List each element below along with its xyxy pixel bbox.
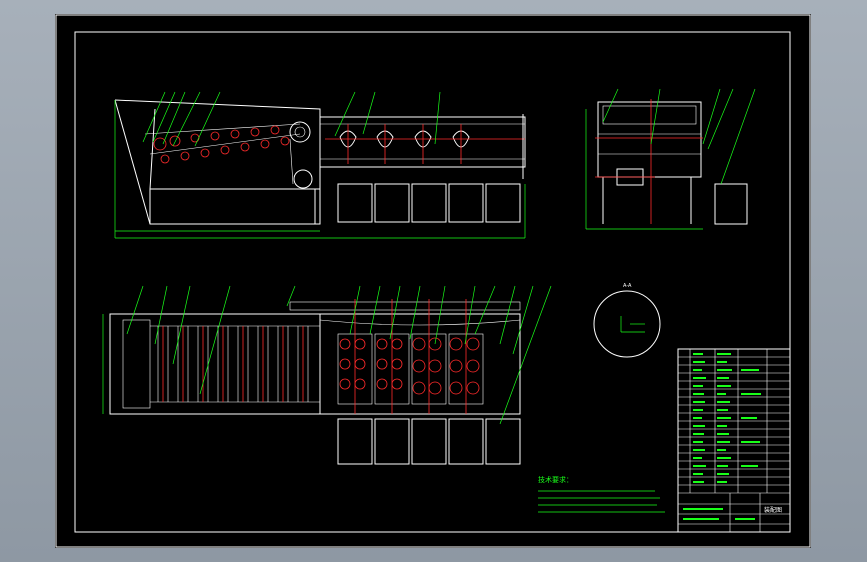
cad-viewport[interactable]: A-A 技术要求： 装配图: [0, 0, 867, 562]
notes-title: 技术要求：: [538, 475, 573, 484]
title-block-title: 装配图: [764, 506, 782, 514]
section-label: A-A: [623, 283, 632, 289]
title-block: 装配图: [677, 348, 791, 533]
outer-border: [55, 14, 811, 548]
plan-view: [102, 285, 552, 465]
technical-notes: 技术要求：: [538, 475, 665, 513]
drawing-sheet: A-A 技术要求： 装配图: [55, 14, 811, 548]
drawing-canvas: A-A 技术要求： 装配图: [55, 14, 811, 548]
section-detail: A-A: [593, 283, 661, 358]
inner-border: [74, 31, 791, 533]
side-view: [585, 88, 756, 230]
front-view: [114, 91, 526, 239]
